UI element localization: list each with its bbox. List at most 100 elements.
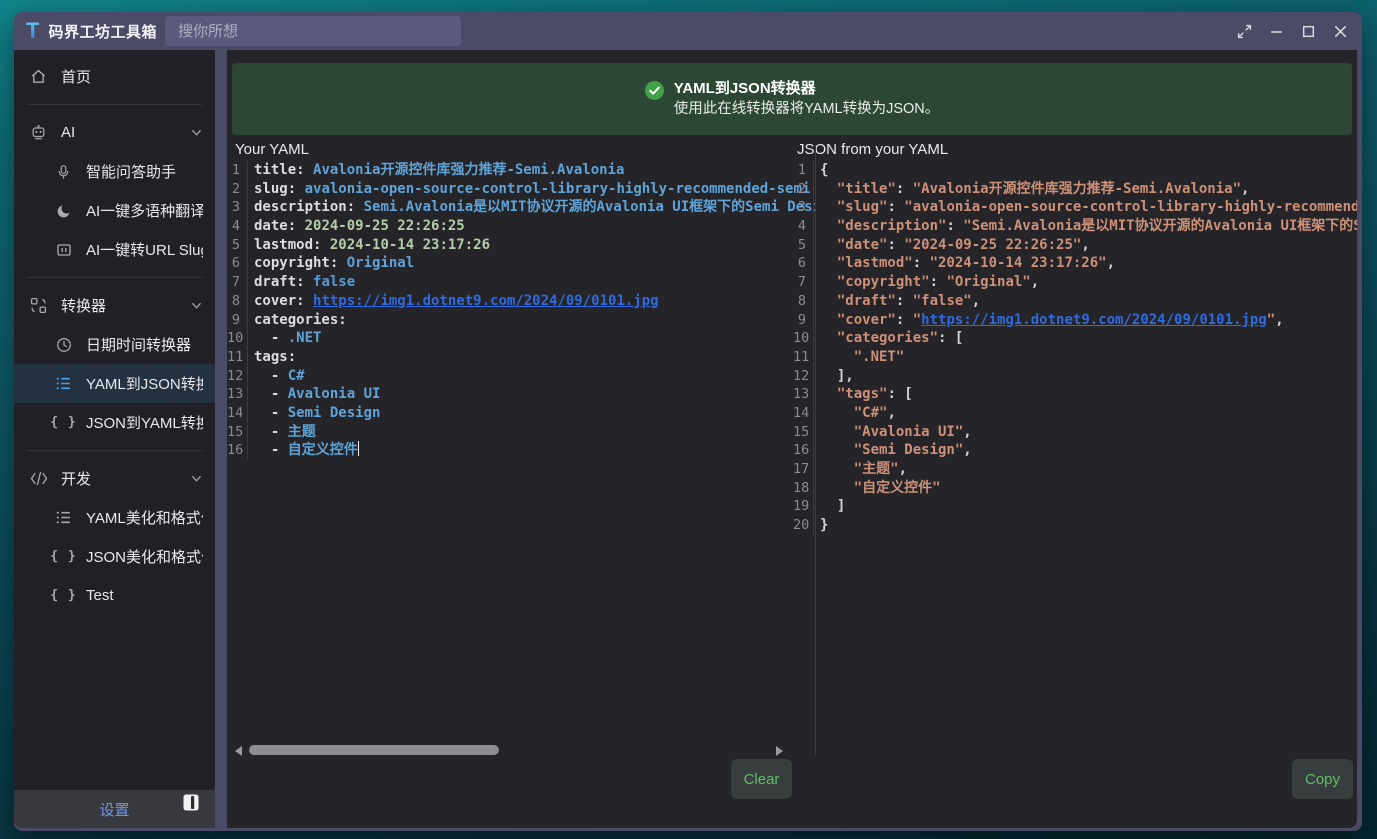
yaml-line-text: lastmod: 2024-10-14 23:17:26 (254, 236, 490, 255)
yaml-line-text: draft: false (254, 273, 355, 292)
scrollbar-thumb[interactable] (249, 745, 499, 755)
minimize-button[interactable] (1264, 19, 1288, 43)
clear-button[interactable]: Clear (731, 759, 792, 799)
close-button[interactable] (1328, 19, 1352, 43)
clock-icon (54, 335, 73, 354)
yaml-line: 12 - C# (227, 367, 815, 386)
sidebar-item-label: Test (86, 587, 114, 604)
yaml-line-text: description: Semi.Avalonia是以MIT协议开源的Aval… (254, 198, 815, 217)
sidebar-item-ai[interactable]: AI (14, 113, 215, 152)
sidebar-item-yaml-format[interactable]: YAML美化和格式化 (14, 498, 215, 537)
json-line: 15 "Avalonia UI", (793, 423, 1357, 442)
json-line-text: "C#", (820, 404, 896, 423)
yaml-line: 6copyright: Original (227, 254, 815, 273)
sidebar-item-multi-translate[interactable]: AI一键多语种翻译 (14, 191, 215, 230)
sidebar-item-dev[interactable]: 开发 (14, 459, 215, 498)
yaml-line: 3 description: Semi.Avalonia是以MIT协议开源的Ava… (227, 198, 815, 217)
json-line-text: "categories": [ (820, 329, 963, 348)
chevron-down-icon (190, 299, 203, 312)
yaml-line: 4date: 2024-09-25 22:26:25 (227, 217, 815, 236)
sidebar-item-label: 转换器 (61, 295, 106, 316)
line-number: 8 (793, 292, 814, 311)
sidebar-item-label: 首页 (61, 66, 91, 87)
json-line-text: ".NET" (820, 348, 904, 367)
json-line: 9 "cover": "https://img1.dotnet9.com/202… (793, 311, 1357, 330)
scroll-left-icon[interactable] (235, 746, 242, 756)
search-input[interactable] (165, 16, 461, 46)
app-logo-icon: T (26, 20, 39, 42)
expand-icon (1237, 24, 1252, 39)
yaml-line-text: tags: (254, 348, 296, 367)
yaml-line: 8 cover: https://img1.dotnet9.com/2024/09… (227, 292, 815, 311)
sidebar-item-home[interactable]: 首页 (14, 57, 215, 96)
yaml-pane-header: Your YAML (235, 141, 309, 158)
line-number: 8 (227, 292, 248, 311)
json-line-text: } (820, 516, 828, 535)
yaml-line: 2slug: avalonia-open-source-control-libr… (227, 180, 815, 199)
line-number: 10 (793, 329, 814, 348)
json-line: 4 "description": "Semi.Avalonia是以MIT协议开源… (793, 217, 1357, 236)
yaml-line: 1title: Avalonia开源控件库强力推荐-Semi.Avalonia (227, 161, 815, 180)
sidebar-divider (27, 450, 202, 451)
copy-button[interactable]: Copy (1292, 759, 1353, 799)
braces-icon: { } (54, 547, 73, 566)
app-window: T 码界工坊工具箱 首页 AI智能问答助手AI一键多语种翻译AI一键转URL Sl… (14, 12, 1362, 831)
sidebar-item-yaml-to-json[interactable]: YAML到JSON转换器 (14, 364, 215, 403)
json-line-text: "主题", (820, 460, 907, 479)
settings-link[interactable]: 设置 (99, 799, 129, 820)
sidebar-item-json-to-yaml[interactable]: { }JSON到YAML转换器 (14, 403, 215, 442)
sidebar-item-json-format[interactable]: { } JSON美化和格式化 (14, 537, 215, 576)
yaml-editor[interactable]: 1title: Avalonia开源控件库强力推荐-Semi.Avalonia2… (227, 161, 815, 740)
list-icon (54, 508, 73, 527)
sidebar-item-qa-assistant[interactable]: 智能问答助手 (14, 152, 215, 191)
yaml-line: 5lastmod: 2024-10-14 23:17:26 (227, 236, 815, 255)
line-number: 12 (227, 367, 248, 386)
yaml-line: 16 - 自定义控件 (227, 441, 815, 460)
body-row: 首页 AI智能问答助手AI一键多语种翻译AI一键转URL Slug 转换器日期时间转… (14, 50, 1362, 828)
line-number: 14 (793, 404, 814, 423)
moon-icon (54, 201, 73, 220)
line-number: 14 (227, 404, 248, 423)
transform-icon (29, 296, 48, 315)
text-cursor (358, 441, 360, 456)
yaml-line: 10 - .NET (227, 329, 815, 348)
titlebar: T 码界工坊工具箱 (14, 12, 1362, 50)
json-line: 18 "自定义控件" (793, 479, 1357, 498)
scroll-right-icon[interactable] (776, 746, 783, 756)
sidebar-item-url-slug[interactable]: AI一键转URL Slug (14, 230, 215, 269)
sidebar-item-test[interactable]: { }Test (14, 576, 215, 615)
line-number: 11 (227, 348, 248, 367)
code-icon (29, 469, 48, 488)
json-line-text: "tags": [ (820, 385, 913, 404)
maximize-button[interactable] (1296, 19, 1320, 43)
json-line: 20} (793, 516, 1357, 535)
line-number: 4 (793, 217, 814, 236)
yaml-line-text: - .NET (254, 329, 321, 348)
banner-subtitle: 使用此在线转换器将YAML转换为JSON。 (674, 99, 940, 120)
json-line-text: "Avalonia UI", (820, 423, 972, 442)
json-line-text: "copyright": "Original", (820, 273, 1039, 292)
line-number: 13 (793, 385, 814, 404)
card-icon (54, 240, 73, 259)
sidebar-item-label: JSON美化和格式化 (86, 546, 203, 567)
line-number: 3 (227, 198, 248, 217)
yaml-line-text: - C# (254, 367, 305, 386)
yaml-line-text: cover: https://img1.dotnet9.com/2024/09/… (254, 292, 659, 311)
expand-button[interactable] (1232, 19, 1256, 43)
line-number: 2 (793, 180, 814, 199)
sidebar-item-datetime-converter[interactable]: 日期时间转换器 (14, 325, 215, 364)
line-number: 15 (793, 423, 814, 442)
sidebar-item-converter[interactable]: 转换器 (14, 286, 215, 325)
yaml-line-text: - Avalonia UI (254, 385, 380, 404)
line-number: 9 (793, 311, 814, 330)
panel-collapse-icon[interactable] (183, 794, 199, 816)
line-number: 10 (227, 329, 248, 348)
json-line: 5 "date": "2024-09-25 22:26:25", (793, 236, 1357, 255)
line-number: 1 (227, 161, 248, 180)
json-line-text: "title": "Avalonia开源控件库强力推荐-Semi.Avaloni… (820, 180, 1249, 199)
yaml-line-text: - 自定义控件 (254, 441, 359, 460)
yaml-line-text: - Semi Design (254, 404, 380, 423)
sidebar: 首页 AI智能问答助手AI一键多语种翻译AI一键转URL Slug 转换器日期时间转… (14, 50, 215, 828)
yaml-horizontal-scrollbar (235, 744, 783, 757)
sidebar-divider (27, 277, 202, 278)
